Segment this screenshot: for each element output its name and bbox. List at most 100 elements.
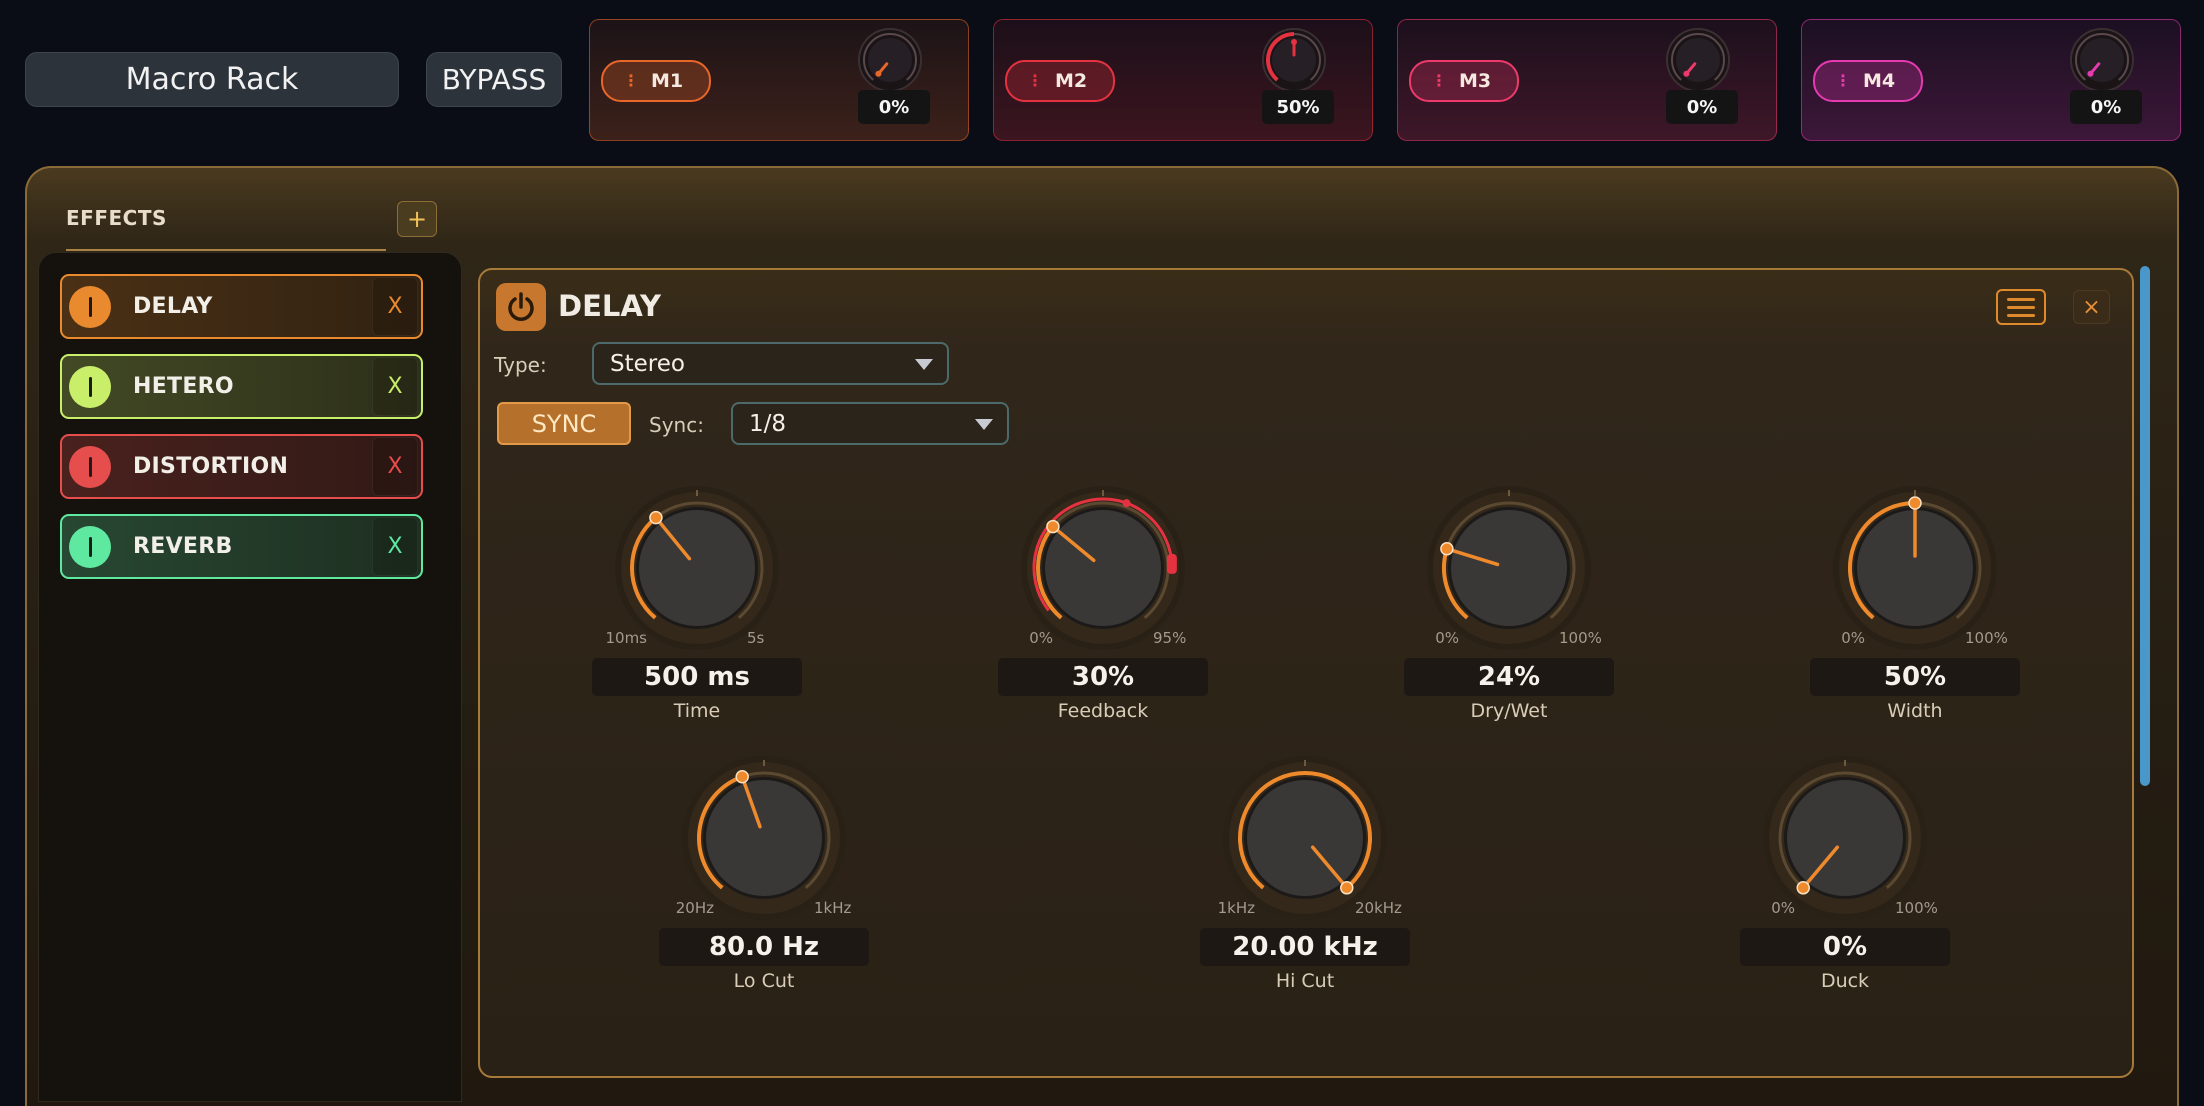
chevron-down-icon	[975, 419, 993, 430]
macro-knob-m3[interactable]	[1660, 24, 1736, 96]
knob-value: 500 ms	[592, 658, 802, 696]
macro-label: M1	[651, 70, 684, 92]
macro-knob-m1[interactable]	[852, 24, 928, 96]
knob-max-label: 100%	[1895, 899, 1938, 917]
macro-value-m4: 0%	[2070, 90, 2142, 124]
preset-name-button[interactable]: Macro Rack	[25, 52, 399, 107]
add-effect-button[interactable]: +	[397, 201, 437, 237]
drag-handle-icon[interactable]: ⋮	[1431, 73, 1447, 89]
knob-min-label: 1kHz	[1217, 899, 1255, 917]
sync-value: 1/8	[749, 410, 787, 437]
macro-slot-m1: ⋮ M1 0%	[589, 19, 969, 141]
sync-label: Sync:	[649, 413, 704, 437]
macro-knob-m4[interactable]	[2064, 24, 2140, 96]
knob-value: 80.0 Hz	[659, 928, 869, 966]
macro-chip-m3[interactable]: ⋮ M3	[1409, 60, 1519, 102]
knob-max-label: 100%	[1559, 629, 1602, 647]
knob-lo-cut[interactable]	[680, 754, 848, 922]
knob-max-label: 95%	[1153, 629, 1187, 647]
effect-power-toggle[interactable]	[69, 365, 111, 408]
power-icon	[508, 292, 534, 321]
knob-name: Hi Cut	[1275, 970, 1335, 992]
knob-min-label: 20Hz	[675, 899, 714, 917]
macro-value-m3: 0%	[1666, 90, 1738, 124]
knob-max-label: 5s	[747, 629, 765, 647]
macro-label: M3	[1459, 70, 1492, 92]
knob-value: 20.00 kHz	[1200, 928, 1410, 966]
macro-chip-m2[interactable]: ⋮ M2	[1005, 60, 1115, 102]
knob-name: Time	[673, 700, 721, 722]
macro-value-m2: 50%	[1262, 90, 1334, 124]
macro-label: M2	[1055, 70, 1088, 92]
power-icon	[88, 376, 92, 397]
type-dropdown[interactable]: Stereo	[592, 342, 949, 385]
power-icon	[88, 456, 92, 477]
power-icon	[88, 296, 92, 317]
macro-slot-m2: ⋮ M2 50%	[993, 19, 1373, 141]
knob-value: 0%	[1740, 928, 1950, 966]
knob-time[interactable]	[613, 484, 781, 652]
knob-max-label: 100%	[1965, 629, 2008, 647]
remove-effect-button[interactable]: X	[372, 357, 418, 416]
macro-chip-m1[interactable]: ⋮ M1	[601, 60, 711, 102]
remove-effect-button[interactable]: X	[372, 277, 418, 336]
drag-handle-icon[interactable]: ⋮	[623, 73, 639, 89]
effect-name: REVERB	[133, 534, 233, 559]
drag-handle-icon[interactable]: ⋮	[1027, 73, 1043, 89]
macro-chip-m4[interactable]: ⋮ M4	[1813, 60, 1923, 102]
type-label: Type:	[494, 353, 547, 377]
effect-item-distortion[interactable]: DISTORTION X	[60, 434, 423, 499]
remove-effect-button[interactable]: X	[372, 437, 418, 496]
knob-value: 50%	[1810, 658, 2020, 696]
knob-hi-cut[interactable]	[1221, 754, 1389, 922]
knob-min-label: 0%	[1029, 629, 1053, 647]
effect-item-delay[interactable]: DELAY X	[60, 274, 423, 339]
effects-title-underline	[66, 249, 386, 251]
sync-toggle-button[interactable]: SYNC	[497, 402, 631, 445]
knob-feedback[interactable]	[1019, 484, 1187, 652]
knob-name: Dry/Wet	[1470, 700, 1548, 722]
power-icon	[88, 536, 92, 557]
macro-knob-m2[interactable]	[1256, 24, 1332, 96]
remove-effect-button[interactable]: X	[372, 517, 418, 576]
scrollbar[interactable]	[2140, 266, 2150, 786]
effect-name: DISTORTION	[133, 454, 289, 479]
module-menu-button[interactable]	[1996, 289, 2046, 325]
effect-name: DELAY	[133, 294, 213, 319]
knob-name: Lo Cut	[733, 970, 795, 992]
knob-min-label: 0%	[1771, 899, 1795, 917]
effects-title: EFFECTS	[66, 206, 167, 230]
knob-min-label: 10ms	[605, 629, 647, 647]
knob-dry-wet[interactable]	[1425, 484, 1593, 652]
effect-item-reverb[interactable]: REVERB X	[60, 514, 423, 579]
knob-value: 24%	[1404, 658, 1614, 696]
effect-power-toggle[interactable]	[69, 285, 111, 328]
knob-max-label: 20kHz	[1355, 899, 1402, 917]
effect-name: HETERO	[133, 374, 234, 399]
macro-slot-m4: ⋮ M4 0%	[1801, 19, 2181, 141]
knob-min-label: 0%	[1435, 629, 1459, 647]
knob-name: Width	[1887, 700, 1943, 722]
module-power-button[interactable]	[496, 283, 546, 331]
module-title: DELAY	[558, 289, 662, 323]
knob-max-label: 1kHz	[814, 899, 852, 917]
macro-label: M4	[1863, 70, 1896, 92]
knob-min-label: 0%	[1841, 629, 1865, 647]
drag-handle-icon[interactable]: ⋮	[1835, 73, 1851, 89]
knob-name: Duck	[1820, 970, 1870, 992]
sync-dropdown[interactable]: 1/8	[731, 402, 1009, 445]
knob-value: 30%	[998, 658, 1208, 696]
type-value: Stereo	[610, 350, 685, 377]
chevron-down-icon	[915, 359, 933, 370]
bypass-button[interactable]: BYPASS	[426, 52, 562, 107]
hamburger-icon	[2007, 298, 2035, 301]
knob-name: Feedback	[1057, 700, 1149, 722]
macro-value-m1: 0%	[858, 90, 930, 124]
macro-slot-m3: ⋮ M3 0%	[1397, 19, 1777, 141]
knob-duck[interactable]	[1761, 754, 1929, 922]
effect-item-hetero[interactable]: HETERO X	[60, 354, 423, 419]
knob-width[interactable]	[1831, 484, 1999, 652]
effect-power-toggle[interactable]	[69, 445, 111, 488]
module-close-button[interactable]: ×	[2073, 290, 2110, 324]
effect-power-toggle[interactable]	[69, 525, 111, 568]
